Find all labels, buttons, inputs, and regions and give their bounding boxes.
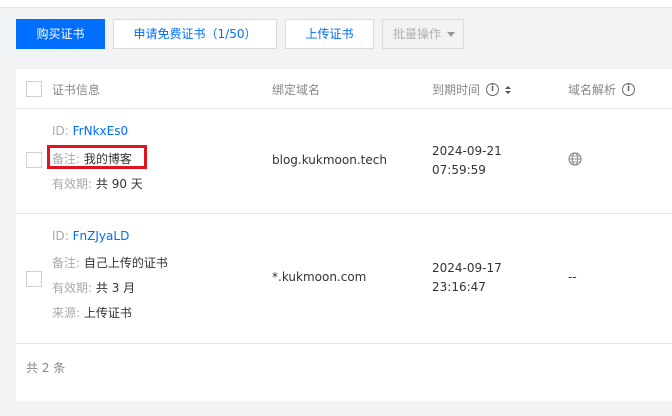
expire-time: 07:59:59 [432,163,486,177]
buy-certificate-button[interactable]: 购买证书 [16,19,105,49]
cert-source: 来源: 上传证书 [52,304,132,321]
expire-date: 2024-09-21 [432,144,502,158]
chevron-down-icon [447,31,456,37]
column-cert-info: 证书信息 [52,81,100,98]
apply-free-certificate-button[interactable]: 申请免费证书（1/50） [113,19,277,49]
cert-remark-value: 自己上传的证书 [83,256,168,270]
table-row: ID: FrNkxEs0 备注: 我的博客 有效期: 共 90 天 blog.k… [16,109,672,214]
cert-remark-label: 备注: [52,256,81,270]
cert-id: ID: FrNkxEs0 [52,124,128,138]
cert-validity: 有效期: 共 3 月 [52,279,135,296]
pagination-total: 共 2 条 [26,361,66,375]
top-strip [0,0,672,8]
cert-validity-label: 有效期: [52,177,93,191]
toolbar: 购买证书 申请免费证书（1/50） 上传证书 批量操作 [16,19,464,49]
column-domain: 绑定域名 [272,81,320,98]
cert-id-link[interactable]: FnZJyaLD [73,229,130,243]
cert-validity-value: 共 3 月 [95,281,136,295]
table-header: 证书信息 绑定域名 到期时间 i 域名解析 i [16,69,672,109]
select-all-checkbox[interactable] [26,81,42,97]
column-expire-label: 到期时间 [432,83,481,97]
column-dns-label: 域名解析 [568,83,617,97]
sort-icon[interactable] [505,85,512,94]
batch-operation-label: 批量操作 [393,27,442,41]
cert-source-label: 来源: [52,306,81,320]
cert-source-value: 上传证书 [83,306,132,320]
dns-status: -- [568,270,577,284]
expire-date: 2024-09-17 [432,261,502,275]
info-icon[interactable]: i [486,83,500,96]
globe-icon[interactable] [568,152,582,166]
cert-remark: 备注: 自己上传的证书 [52,254,168,271]
row-checkbox[interactable] [26,152,42,168]
info-icon[interactable]: i [622,83,636,96]
highlight-box [47,145,147,169]
cert-validity: 有效期: 共 90 天 [52,175,143,192]
bound-domain: *.kukmoon.com [272,270,367,284]
cert-id-link[interactable]: FrNkxEs0 [73,124,128,138]
table-row: ID: FnZJyaLD 备注: 自己上传的证书 有效期: 共 3 月 来源: … [16,214,672,344]
column-domain-label: 绑定域名 [272,83,321,97]
batch-operation-dropdown[interactable]: 批量操作 [382,19,464,49]
expire-time: 23:16:47 [432,280,486,294]
cert-id-label: ID: [52,124,69,138]
cert-id-label: ID: [52,229,69,243]
column-dns: 域名解析 i [568,81,636,98]
column-expire[interactable]: 到期时间 i [432,81,512,98]
column-cert-info-label: 证书信息 [52,83,101,97]
cert-validity-value: 共 90 天 [95,177,143,191]
cert-id: ID: FnZJyaLD [52,229,129,243]
certificate-table: 证书信息 绑定域名 到期时间 i 域名解析 i ID: FrNkxEs0 备注:… [16,69,672,401]
bound-domain: blog.kukmoon.tech [272,153,387,167]
cert-validity-label: 有效期: [52,281,93,295]
upload-certificate-button[interactable]: 上传证书 [285,19,374,49]
row-checkbox[interactable] [26,271,42,287]
